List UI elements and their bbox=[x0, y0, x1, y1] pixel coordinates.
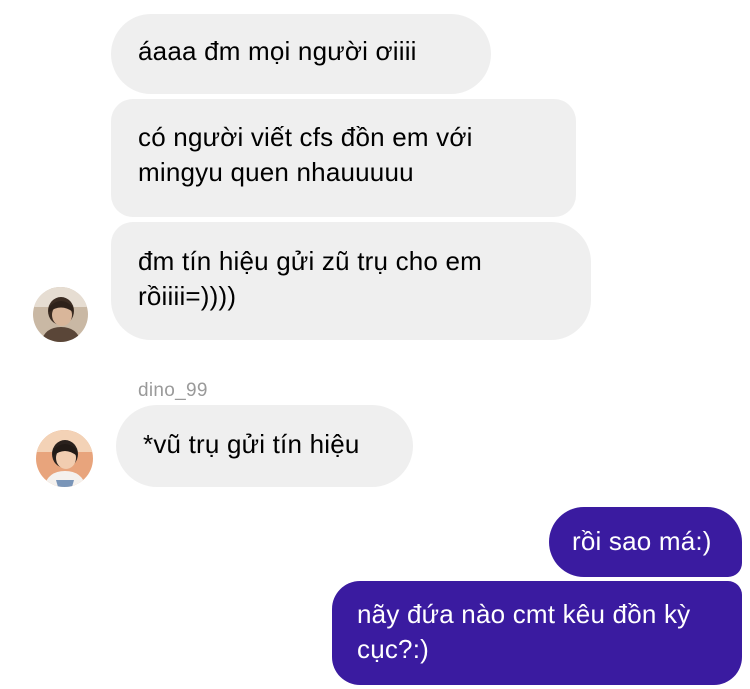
message-text: rồi sao má:) bbox=[572, 526, 712, 556]
avatar-photo-icon bbox=[36, 430, 93, 487]
message-text: nãy đứa nào cmt kêu đồn kỳ cục?:) bbox=[357, 599, 691, 664]
message-bubble-incoming[interactable]: có người viết cfs đồn em với mingyu quen… bbox=[111, 99, 576, 217]
message-bubble-outgoing[interactable]: rồi sao má:) bbox=[549, 507, 742, 577]
chat-thread: áaaa đm mọi người ơiiii có người viết cf… bbox=[0, 0, 750, 689]
message-text: áaaa đm mọi người ơiiii bbox=[138, 36, 417, 66]
avatar-photo-icon bbox=[33, 287, 88, 342]
message-bubble-outgoing[interactable]: nãy đứa nào cmt kêu đồn kỳ cục?:) bbox=[332, 581, 742, 685]
message-text: có người viết cfs đồn em với mingyu quen… bbox=[138, 122, 473, 187]
sender-avatar[interactable] bbox=[36, 430, 93, 487]
message-bubble-incoming[interactable]: đm tín hiệu gửi zũ trụ cho em rồiiii=)))… bbox=[111, 222, 591, 340]
sender-username: dino_99 bbox=[138, 380, 208, 401]
sender-avatar[interactable] bbox=[33, 287, 88, 342]
message-text: *vũ trụ gửi tín hiệu bbox=[143, 429, 360, 459]
message-bubble-incoming[interactable]: áaaa đm mọi người ơiiii bbox=[111, 14, 491, 94]
message-text: đm tín hiệu gửi zũ trụ cho em rồiiii=)))… bbox=[138, 246, 483, 311]
message-bubble-incoming[interactable]: *vũ trụ gửi tín hiệu bbox=[116, 405, 413, 487]
